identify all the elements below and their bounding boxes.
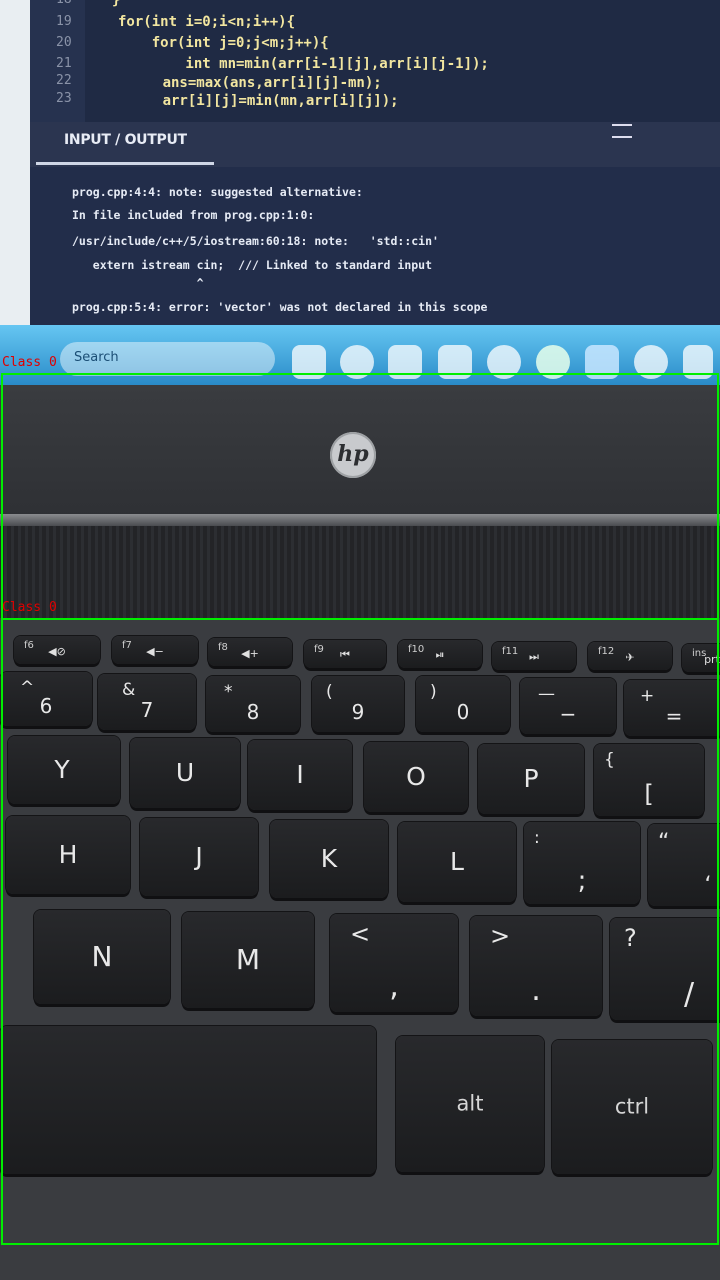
tab-input-output-label: INPUT / OUTPUT bbox=[64, 132, 187, 148]
photo-scene: 18 19 20 21 22 23 } for(int i=0;i<n;i++)… bbox=[0, 0, 720, 1280]
detection-box bbox=[1, 373, 719, 620]
taskbar-search-text: Search bbox=[74, 350, 119, 365]
output-line: prog.cpp:4:4: note: suggested alternativ… bbox=[72, 185, 363, 199]
laptop-screen: 18 19 20 21 22 23 } for(int i=0;i<n;i++)… bbox=[0, 0, 720, 345]
line-number: 23 bbox=[56, 91, 72, 106]
code-line: arr[i][j]=min(mn,arr[i][j]); bbox=[112, 93, 399, 109]
output-line: ^ bbox=[72, 276, 204, 290]
output-line: /usr/include/c++/5/iostream:60:18: note:… bbox=[72, 234, 439, 248]
line-number: 21 bbox=[56, 56, 72, 71]
code-line: int mn=min(arr[i-1][j],arr[i][j-1]); bbox=[118, 56, 489, 72]
code-line: for(int j=0;j<m;j++){ bbox=[118, 35, 329, 51]
line-number: 18 bbox=[56, 0, 72, 7]
line-number: 22 bbox=[56, 73, 72, 88]
detection-label: Class 0 bbox=[2, 355, 57, 370]
code-line: for(int i=0;i<n;i++){ bbox=[118, 14, 296, 30]
line-number: 20 bbox=[56, 35, 72, 50]
panel-menu-icon[interactable] bbox=[612, 124, 632, 138]
line-number: 19 bbox=[56, 14, 72, 29]
tab-input-output[interactable]: INPUT / OUTPUT bbox=[36, 122, 214, 165]
output-line: In file included from prog.cpp:1:0: bbox=[72, 208, 315, 222]
taskbar-search-box[interactable]: Search bbox=[60, 342, 275, 376]
output-line: prog.cpp:5:4: error: 'vector' was not de… bbox=[72, 300, 488, 314]
code-line: } bbox=[112, 0, 121, 8]
detection-label: Class 0 bbox=[2, 600, 57, 615]
detection-box bbox=[1, 618, 719, 1245]
output-line: extern istream cin; /// Linked to standa… bbox=[72, 258, 433, 272]
code-line: ans=max(ans,arr[i][j]-mn); bbox=[112, 75, 382, 91]
